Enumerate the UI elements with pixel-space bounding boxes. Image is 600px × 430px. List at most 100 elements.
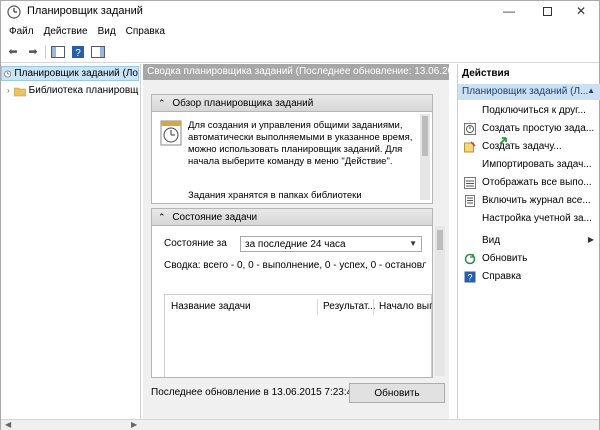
column-start-time[interactable]: Начало выпо bbox=[379, 301, 432, 312]
status-section-body: Состояние за за последние 24 часа ▼ Свод… bbox=[151, 226, 433, 378]
status-period-label: Состояние за bbox=[164, 238, 227, 249]
show-hide-console-tree-button[interactable] bbox=[50, 44, 66, 60]
chevron-down-icon: ▼ bbox=[409, 239, 417, 248]
action-account-settings[interactable]: Настройка учетной за... bbox=[458, 210, 600, 227]
overview-description: Для создания и управления общими задания… bbox=[188, 120, 413, 167]
column-separator[interactable] bbox=[317, 299, 318, 315]
status-section-title: Состояние задачи bbox=[172, 212, 258, 223]
collapse-icon: ⌃ bbox=[158, 98, 166, 108]
help-toolbar-button[interactable]: ? bbox=[70, 44, 86, 60]
menu-action[interactable]: Действие bbox=[40, 23, 94, 41]
overview-scrollbar[interactable] bbox=[420, 114, 430, 200]
action-label: Отображать все выпо... bbox=[482, 177, 592, 188]
action-create-task[interactable]: Создать задачу... bbox=[458, 138, 600, 155]
forward-button[interactable]: ➡ bbox=[25, 44, 41, 60]
action-help[interactable]: ? Справка bbox=[458, 268, 600, 285]
action-connect-computer[interactable]: Подключиться к друг... bbox=[458, 102, 600, 119]
console-tree: Планировщик заданий (Ло › Библиотека пла… bbox=[1, 64, 141, 419]
title-bar: Планировщик заданий — ✕ bbox=[1, 1, 599, 23]
actions-group-title: Планировщик заданий (Л... bbox=[462, 86, 589, 97]
tree-item-label: Планировщик заданий (Ло bbox=[14, 68, 138, 79]
refresh-button[interactable]: Обновить bbox=[349, 383, 445, 403]
console-tree-icon bbox=[51, 45, 65, 58]
action-create-basic-task[interactable]: Создать простую зада... bbox=[458, 120, 600, 137]
column-result[interactable]: Результат... bbox=[323, 301, 376, 312]
action-label: Подключиться к друг... bbox=[482, 105, 586, 116]
action-label: Включить журнал все... bbox=[482, 195, 591, 206]
actions-group-header[interactable]: Планировщик заданий (Л... ▲ bbox=[458, 84, 600, 100]
svg-text:?: ? bbox=[467, 272, 472, 282]
summary-body: ⌃ Обзор планировщика заданий Для создани… bbox=[143, 80, 449, 419]
action-refresh[interactable]: Обновить bbox=[458, 250, 600, 267]
window-title: Планировщик заданий bbox=[27, 5, 143, 17]
menu-file[interactable]: Файл bbox=[5, 23, 40, 41]
forward-arrow-icon: ➡ bbox=[28, 46, 38, 58]
center-pane: Сводка планировщика заданий (Последнее о… bbox=[143, 64, 449, 419]
expand-chevron-icon[interactable]: › bbox=[7, 86, 10, 95]
status-scrollbar[interactable] bbox=[435, 226, 445, 376]
summary-header: Сводка планировщика заданий (Последнее о… bbox=[143, 64, 449, 80]
blank-icon bbox=[464, 213, 476, 225]
chevron-up-icon: ▲ bbox=[587, 86, 595, 95]
tree-item-library[interactable]: › Библиотека планировщ bbox=[7, 83, 138, 98]
action-enable-history[interactable]: Включить журнал все... bbox=[458, 192, 600, 209]
scrollbar-thumb[interactable] bbox=[422, 116, 428, 156]
close-button[interactable]: ✕ bbox=[563, 1, 599, 21]
action-import-task[interactable]: Импортировать задач... bbox=[458, 156, 600, 173]
svg-text:?: ? bbox=[75, 48, 81, 59]
tree-item-task-scheduler-root[interactable]: Планировщик заданий (Ло bbox=[1, 66, 139, 81]
overview-section-header[interactable]: ⌃ Обзор планировщика заданий bbox=[151, 94, 433, 112]
refresh-icon bbox=[464, 253, 476, 265]
maximize-icon bbox=[542, 6, 552, 16]
status-section-header[interactable]: ⌃ Состояние задачи bbox=[151, 208, 433, 226]
mouse-cursor-icon bbox=[499, 137, 507, 145]
running-tasks-icon bbox=[464, 176, 476, 189]
create-basic-task-icon bbox=[464, 122, 476, 135]
actions-pane: Действия Планировщик заданий (Л... ▲ Под… bbox=[457, 64, 600, 419]
action-label: Обновить bbox=[482, 253, 528, 264]
minimize-icon: — bbox=[503, 4, 515, 18]
bottom-scroll-strip[interactable]: ◀ ▶ bbox=[1, 419, 599, 430]
task-status-grid: Название задачи Результат... Начало выпо bbox=[164, 294, 432, 377]
back-button[interactable]: ⬅ bbox=[5, 44, 21, 60]
menu-help[interactable]: Справка bbox=[122, 23, 171, 41]
menu-view[interactable]: Вид bbox=[94, 23, 122, 41]
action-label: Создать задачу... bbox=[482, 141, 562, 152]
scroll-right-icon[interactable]: ▶ bbox=[131, 420, 137, 429]
help-book-icon: ? bbox=[72, 45, 84, 59]
status-period-select[interactable]: за последние 24 часа ▼ bbox=[240, 236, 422, 252]
task-scheduler-app-icon bbox=[7, 5, 21, 19]
action-label: Вид bbox=[482, 235, 501, 246]
action-display-running-tasks[interactable]: Отображать все выпо... bbox=[458, 174, 600, 191]
menu-bar: Файл Действие Вид Справка bbox=[1, 23, 599, 41]
minimize-button[interactable]: — bbox=[491, 1, 527, 21]
overview-section-title: Обзор планировщика заданий bbox=[172, 98, 314, 109]
create-task-icon bbox=[464, 140, 476, 153]
blank-icon bbox=[464, 159, 476, 171]
show-hide-action-pane-button[interactable] bbox=[90, 44, 106, 60]
scroll-left-icon[interactable]: ◀ bbox=[5, 420, 11, 429]
overview-description-more: Задания хранятся в папках библиотеки bbox=[188, 190, 362, 201]
last-update-text: Последнее обновление в 13.06.2015 7:23:4… bbox=[151, 387, 358, 398]
status-summary: Сводка: всего - 0, 0 - выполнение, 0 - у… bbox=[164, 260, 426, 271]
column-separator[interactable] bbox=[373, 299, 374, 315]
scrollbar-thumb[interactable] bbox=[437, 230, 443, 250]
grid-header-row: Название задачи Результат... Начало выпо bbox=[165, 301, 432, 315]
status-period-value: за последние 24 часа bbox=[245, 239, 346, 250]
tree-item-label: Библиотека планировщ bbox=[28, 85, 139, 96]
overview-section-body: Для создания и управления общими задания… bbox=[151, 112, 433, 204]
action-label: Справка bbox=[482, 271, 522, 282]
submenu-arrow-icon: ▶ bbox=[587, 235, 594, 244]
collapse-icon: ⌃ bbox=[158, 212, 166, 222]
maximize-button[interactable] bbox=[529, 1, 565, 21]
folder-icon bbox=[13, 87, 26, 96]
action-label: Настройка учетной за... bbox=[482, 213, 592, 224]
blank-icon bbox=[464, 235, 476, 247]
back-arrow-icon: ⬅ bbox=[8, 46, 18, 58]
column-task-name[interactable]: Название задачи bbox=[171, 301, 251, 312]
action-view[interactable]: Вид ▶ bbox=[458, 232, 600, 249]
help-icon: ? bbox=[464, 271, 476, 283]
task-scheduler-window: Планировщик заданий — ✕ Файл Действие Ви… bbox=[0, 0, 600, 430]
action-pane-icon bbox=[91, 45, 105, 58]
history-icon bbox=[464, 194, 476, 207]
